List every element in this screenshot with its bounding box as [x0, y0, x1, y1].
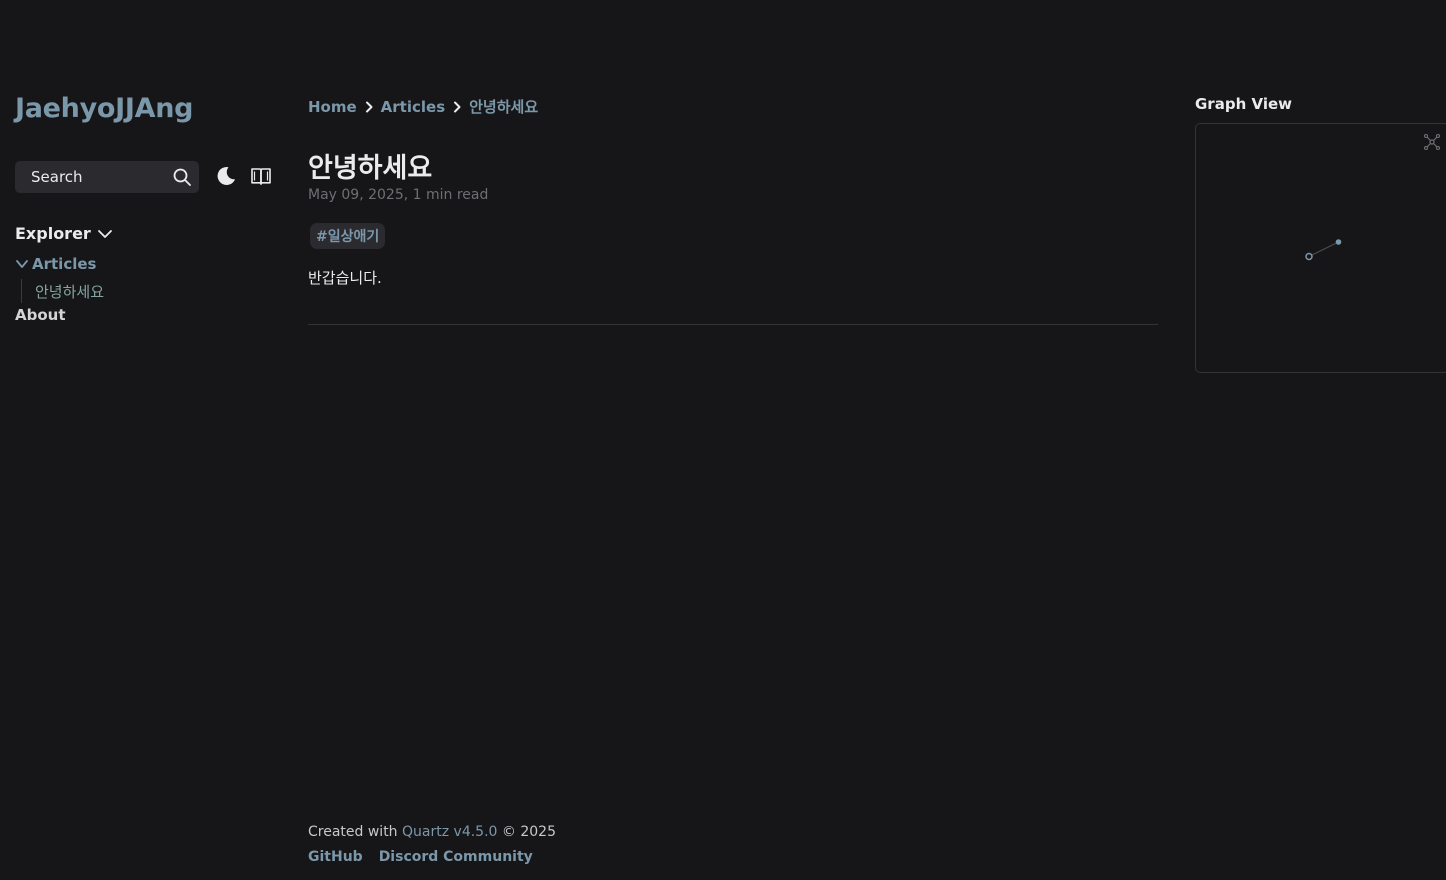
graph-title: Graph View	[1195, 95, 1292, 113]
article-meta: May 09, 2025, 1 min read	[308, 187, 489, 203]
chevron-right-icon	[445, 99, 469, 115]
explorer-folder-label: Articles	[32, 255, 97, 273]
search-input[interactable]: Search	[15, 161, 199, 193]
footer-discord-link[interactable]: Discord Community	[379, 849, 533, 865]
book-icon[interactable]	[249, 164, 273, 188]
global-graph-icon[interactable]	[1423, 133, 1441, 151]
graph-view[interactable]	[1195, 123, 1446, 373]
chevron-down-icon	[16, 260, 28, 268]
graph-canvas	[1305, 239, 1342, 261]
explorer-folder-articles[interactable]: Articles	[15, 255, 96, 273]
graph-node[interactable]	[1335, 239, 1342, 245]
breadcrumb-current: 안녕하세요	[469, 98, 539, 116]
footer-created-prefix: Created with	[308, 824, 398, 840]
article-body: 반갑습니다.	[308, 269, 382, 287]
footer-github-link[interactable]: GitHub	[308, 849, 363, 865]
graph-node-current[interactable]	[1305, 252, 1313, 261]
explorer-folder-contents: 안녕하세요	[21, 279, 104, 303]
search-placeholder: Search	[31, 168, 83, 186]
search-icon	[173, 168, 191, 186]
breadcrumb-home[interactable]: Home	[308, 98, 357, 116]
footer-quartz-link[interactable]: Quartz v4.5.0	[402, 824, 497, 840]
chevron-down-icon	[97, 229, 112, 238]
breadcrumb-articles[interactable]: Articles	[381, 98, 445, 116]
moon-icon[interactable]	[214, 164, 238, 188]
graph-edge	[1308, 241, 1339, 258]
explorer-title: Explorer	[15, 224, 91, 243]
footer-created-suffix: © 2025	[501, 824, 556, 840]
footer-credit: Created with Quartz v4.5.0 © 2025	[308, 824, 556, 840]
content-divider	[308, 324, 1158, 325]
site-title[interactable]: JaehyoJJAng	[15, 93, 193, 124]
page-title: 안녕하세요	[308, 153, 433, 184]
explorer-item-about[interactable]: About	[15, 306, 66, 324]
explorer-file-item[interactable]: 안녕하세요	[35, 281, 104, 302]
breadcrumb: Home Articles 안녕하세요	[308, 96, 538, 117]
footer-links: GitHub Discord Community	[308, 849, 533, 865]
tag-link[interactable]: #일상애기	[310, 223, 386, 249]
explorer-toggle[interactable]: Explorer	[15, 224, 113, 243]
chevron-right-icon	[357, 99, 381, 115]
